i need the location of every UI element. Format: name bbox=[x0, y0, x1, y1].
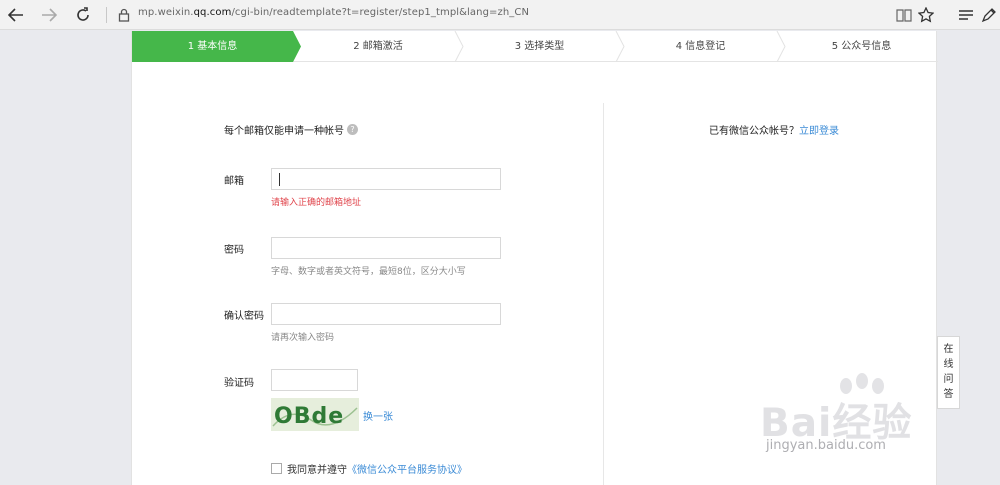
step-progress-bar: 1 基本信息 2 邮箱激活 3 选择类型 4 信息登记 5 公众号信息 bbox=[132, 31, 938, 62]
online-qa-button[interactable]: 在 线 问 答 bbox=[937, 336, 960, 409]
text-caret bbox=[279, 173, 280, 186]
password-hint: 字母、数字或者英文符号，最短8位，区分大小写 bbox=[271, 267, 466, 277]
online-qa-char: 线 bbox=[943, 359, 954, 370]
lock-icon bbox=[113, 4, 135, 26]
browser-toolbar: mp.weixin.qq.com/cgi-bin/readtemplate?t=… bbox=[0, 0, 1000, 30]
captcha-field[interactable] bbox=[271, 369, 358, 391]
password-field[interactable] bbox=[271, 237, 501, 259]
captcha-image[interactable]: OBde bbox=[271, 398, 359, 431]
confirm-password-hint: 请再次输入密码 bbox=[271, 333, 335, 343]
help-question-icon[interactable]: ? bbox=[347, 124, 358, 135]
email-label: 邮箱 bbox=[224, 176, 244, 187]
step-3-select-type: 3 选择类型 bbox=[514, 41, 565, 52]
step-5-account-info: 5 公众号信息 bbox=[831, 41, 892, 52]
address-separator bbox=[106, 7, 107, 23]
agree-text: 我同意并遵守 bbox=[287, 465, 347, 476]
login-now-link[interactable]: 立即登录 bbox=[799, 126, 839, 137]
confirm-password-label: 确认密码 bbox=[224, 311, 264, 322]
captcha-text: OBde bbox=[274, 404, 344, 429]
confirm-password-field[interactable] bbox=[271, 303, 501, 325]
step-2-email-activation: 2 邮箱激活 bbox=[353, 41, 403, 52]
email-error-message: 请输入正确的邮箱地址 bbox=[271, 198, 362, 208]
column-divider bbox=[603, 103, 604, 485]
address-bar-url[interactable]: mp.weixin.qq.com/cgi-bin/readtemplate?t=… bbox=[138, 7, 529, 18]
email-field[interactable] bbox=[271, 168, 501, 190]
step-1-basic-info: 1 基本信息 bbox=[187, 41, 238, 52]
hub-menu-icon[interactable] bbox=[955, 4, 977, 26]
agreement-row: 我同意并遵守 《微信公众平台服务协议》 bbox=[271, 461, 467, 476]
captcha-label: 验证码 bbox=[224, 378, 254, 389]
login-prompt: 已有微信公众帐号？ bbox=[709, 126, 799, 137]
password-label: 密码 bbox=[224, 245, 244, 256]
reading-view-icon[interactable] bbox=[893, 4, 915, 26]
online-qa-char: 在 bbox=[943, 344, 954, 355]
online-qa-char: 问 bbox=[943, 374, 954, 385]
service-agreement-link[interactable]: 《微信公众平台服务协议》 bbox=[347, 461, 467, 476]
online-qa-char: 答 bbox=[943, 389, 954, 400]
refresh-icon[interactable] bbox=[72, 4, 94, 26]
agree-checkbox[interactable] bbox=[271, 463, 282, 474]
step-4-info-registration: 4 信息登记 bbox=[675, 41, 726, 52]
form-title-text: 每个邮箱仅能申请一种帐号 bbox=[224, 126, 344, 137]
form-title: 每个邮箱仅能申请一种帐号 ? bbox=[224, 122, 358, 137]
register-panel: 1 基本信息 2 邮箱激活 3 选择类型 4 信息登记 5 公众号信息 每个邮箱… bbox=[131, 31, 938, 485]
web-note-icon[interactable] bbox=[978, 4, 1000, 26]
refresh-captcha-link[interactable]: 换一张 bbox=[363, 408, 393, 423]
login-tip: 已有微信公众帐号？立即登录 bbox=[709, 122, 839, 137]
forward-arrow-icon[interactable] bbox=[38, 4, 60, 26]
favorite-star-icon[interactable] bbox=[915, 4, 937, 26]
back-arrow-icon[interactable] bbox=[5, 4, 27, 26]
